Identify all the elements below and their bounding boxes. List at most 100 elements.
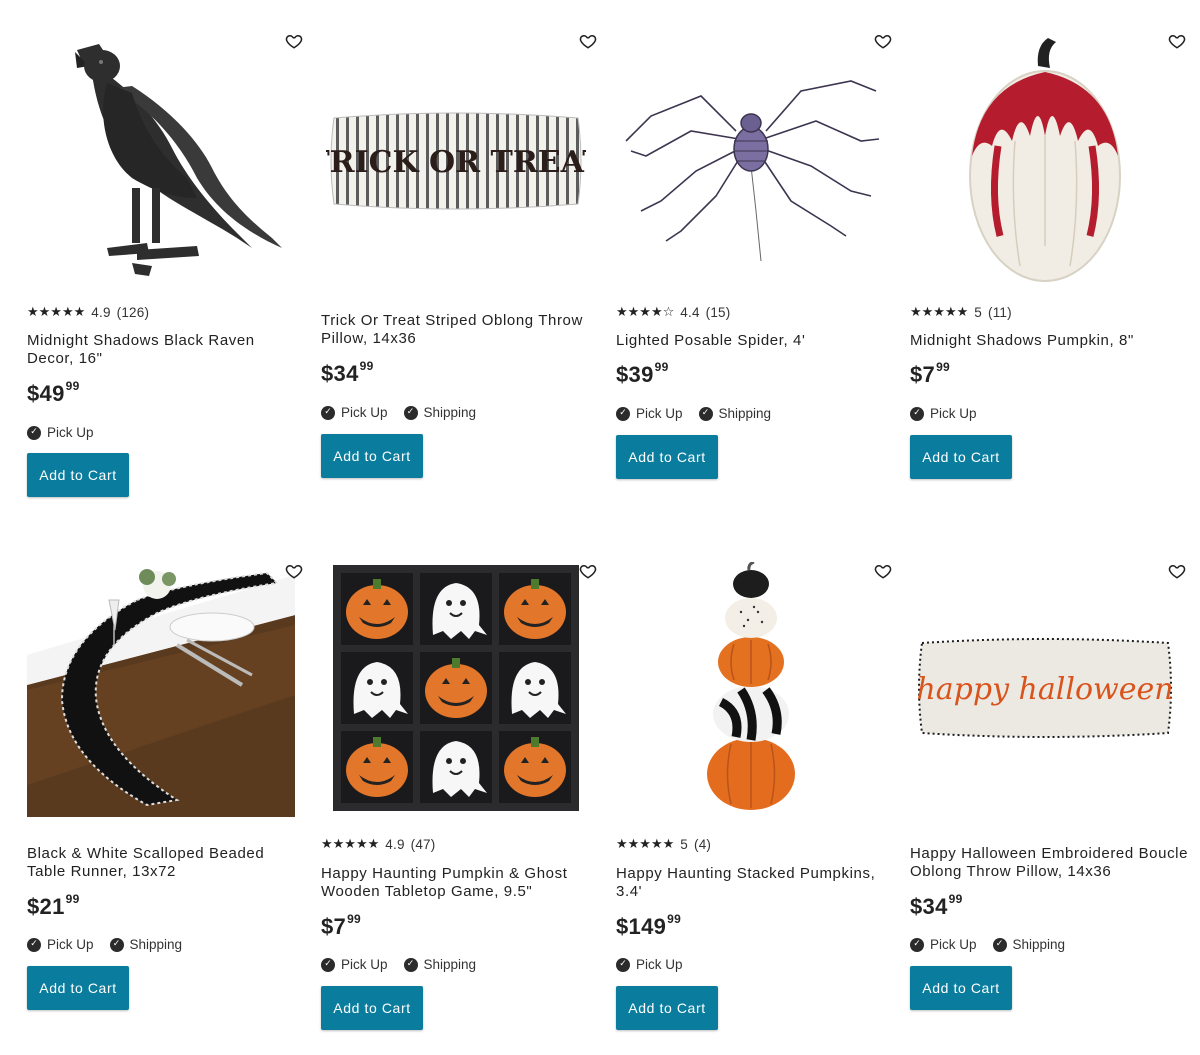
product-title[interactable]: Midnight Shadows Pumpkin, 8" xyxy=(910,332,1175,350)
review-count: (4) xyxy=(694,837,712,852)
fulfillment-options: ✓ Pick Up ✓ Shipping xyxy=(616,406,771,421)
check-circle-icon: ✓ xyxy=(403,957,418,972)
product-image-stacked-pumpkins[interactable] xyxy=(616,555,886,820)
add-to-cart-button[interactable]: Add to Cart xyxy=(321,986,423,1030)
check-circle-icon: ✓ xyxy=(910,937,924,952)
price-dollars: $7 xyxy=(910,362,936,387)
pickup-label: Pick Up xyxy=(47,937,94,952)
price-dollars: $39 xyxy=(616,362,654,387)
product-image-table-runner[interactable] xyxy=(27,555,295,817)
product-card: happy halloween Happy Halloween Embroide… xyxy=(910,555,1187,1055)
rating-stars-icon: ★★★★★ xyxy=(616,837,675,852)
review-count: (126) xyxy=(116,305,150,320)
product-title[interactable]: Happy Haunting Stacked Pumpkins, 3.4' xyxy=(616,865,881,901)
pickup-label: Pick Up xyxy=(341,957,388,972)
add-to-cart-button[interactable]: Add to Cart xyxy=(616,435,718,479)
review-count: (47) xyxy=(410,837,436,852)
shipping-option: ✓ Shipping xyxy=(109,937,183,952)
pillow-print-text: happy halloween xyxy=(916,672,1173,707)
product-image-spider[interactable] xyxy=(616,28,886,293)
check-circle-icon: ✓ xyxy=(27,937,41,952)
shipping-option: ✓ Shipping xyxy=(992,937,1066,952)
add-to-cart-button[interactable]: Add to Cart xyxy=(910,966,1012,1010)
product-card: ★★★★★ 4.9 (47) Happy Haunting Pumpkin & … xyxy=(321,555,597,1055)
add-to-cart-button[interactable]: Add to Cart xyxy=(910,435,1012,479)
product-price: $3999 xyxy=(616,360,669,388)
add-to-cart-button[interactable]: Add to Cart xyxy=(616,986,718,1030)
product-price: $2199 xyxy=(27,892,80,920)
product-title[interactable]: Happy Haunting Pumpkin & Ghost Wooden Ta… xyxy=(321,865,586,901)
favorite-heart-icon[interactable] xyxy=(870,28,896,54)
favorite-heart-icon[interactable] xyxy=(281,558,307,584)
price-cents: 99 xyxy=(347,912,362,926)
fulfillment-options: ✓ Pick Up xyxy=(616,957,683,972)
check-circle-icon: ✓ xyxy=(616,406,630,421)
add-to-cart-button[interactable]: Add to Cart xyxy=(321,434,423,478)
price-cents: 99 xyxy=(667,912,682,926)
check-circle-icon: ✓ xyxy=(321,957,335,972)
fulfillment-options: ✓ Pick Up ✓ Shipping xyxy=(321,405,476,420)
favorite-heart-icon[interactable] xyxy=(870,558,896,584)
shipping-label: Shipping xyxy=(1012,937,1066,952)
shipping-label: Shipping xyxy=(423,957,477,972)
pickup-label: Pick Up xyxy=(47,425,94,440)
product-rating: ★★★★★ 5 (11) xyxy=(910,305,1012,320)
price-dollars: $149 xyxy=(616,914,667,939)
product-rating: ★★★★★ 5 (4) xyxy=(616,837,711,852)
rating-value: 5 xyxy=(974,305,982,320)
product-image-trick-or-treat-pillow[interactable]: TRICK OR TREAT xyxy=(321,28,591,293)
favorite-heart-icon[interactable] xyxy=(1164,558,1190,584)
shipping-option: ✓ Shipping xyxy=(403,957,477,972)
favorite-heart-icon[interactable] xyxy=(1164,28,1190,54)
product-price: $4999 xyxy=(27,379,80,407)
add-to-cart-button[interactable]: Add to Cart xyxy=(27,453,129,497)
pickup-label: Pick Up xyxy=(930,937,977,952)
product-price: $3499 xyxy=(910,892,963,920)
fulfillment-options: ✓ Pick Up xyxy=(910,406,977,421)
product-title[interactable]: Midnight Shadows Black Raven Decor, 16" xyxy=(27,332,292,368)
price-cents: 99 xyxy=(359,359,374,373)
rating-value: 4.4 xyxy=(680,305,700,320)
product-price: $799 xyxy=(910,360,951,388)
favorite-heart-icon[interactable] xyxy=(281,28,307,54)
shipping-label: Shipping xyxy=(423,405,477,420)
pickup-option: ✓ Pick Up xyxy=(910,937,977,952)
product-image-happy-halloween-pillow[interactable]: happy halloween xyxy=(910,555,1180,820)
favorite-heart-icon[interactable] xyxy=(575,28,601,54)
pickup-option: ✓ Pick Up xyxy=(321,957,388,972)
product-title[interactable]: Lighted Posable Spider, 4' xyxy=(616,332,881,350)
shipping-option: ✓ Shipping xyxy=(698,406,771,421)
price-cents: 99 xyxy=(936,360,951,374)
check-circle-icon: ✓ xyxy=(992,937,1007,952)
rating-value: 4.9 xyxy=(385,837,405,852)
product-title[interactable]: Happy Halloween Embroidered Boucle Oblon… xyxy=(910,845,1190,881)
product-title[interactable]: Black & White Scalloped Beaded Table Run… xyxy=(27,845,292,881)
product-rating: ★★★★★ 4.9 (126) xyxy=(27,305,149,320)
pickup-label: Pick Up xyxy=(930,406,977,421)
rating-stars-icon: ★★★★★ xyxy=(27,305,86,320)
product-image-tabletop-game[interactable] xyxy=(321,555,591,820)
product-image-raven[interactable] xyxy=(27,28,297,293)
review-count: (15) xyxy=(705,305,731,320)
price-cents: 99 xyxy=(65,892,80,906)
pickup-option: ✓ Pick Up xyxy=(27,937,94,952)
favorite-heart-icon[interactable] xyxy=(575,558,601,584)
product-image-pumpkin[interactable] xyxy=(910,28,1180,293)
shipping-option: ✓ Shipping xyxy=(403,405,477,420)
pickup-option: ✓ Pick Up xyxy=(27,425,94,440)
price-dollars: $49 xyxy=(27,381,65,406)
fulfillment-options: ✓ Pick Up ✓ Shipping xyxy=(27,937,182,952)
product-title[interactable]: Trick Or Treat Striped Oblong Throw Pill… xyxy=(321,312,586,348)
rating-value: 5 xyxy=(680,837,688,852)
rating-stars-icon: ★★★★★ xyxy=(910,305,969,320)
fulfillment-options: ✓ Pick Up ✓ Shipping xyxy=(910,937,1065,952)
price-cents: 99 xyxy=(654,360,669,374)
check-circle-icon: ✓ xyxy=(109,937,124,952)
pickup-label: Pick Up xyxy=(636,406,683,421)
product-card: TRICK OR TREAT Trick Or Treat Striped Ob… xyxy=(321,28,597,548)
add-to-cart-button[interactable]: Add to Cart xyxy=(27,966,129,1010)
pickup-label: Pick Up xyxy=(636,957,683,972)
shipping-label: Shipping xyxy=(129,937,183,952)
pickup-label: Pick Up xyxy=(341,405,388,420)
rating-stars-icon: ★★★★★ xyxy=(321,837,380,852)
